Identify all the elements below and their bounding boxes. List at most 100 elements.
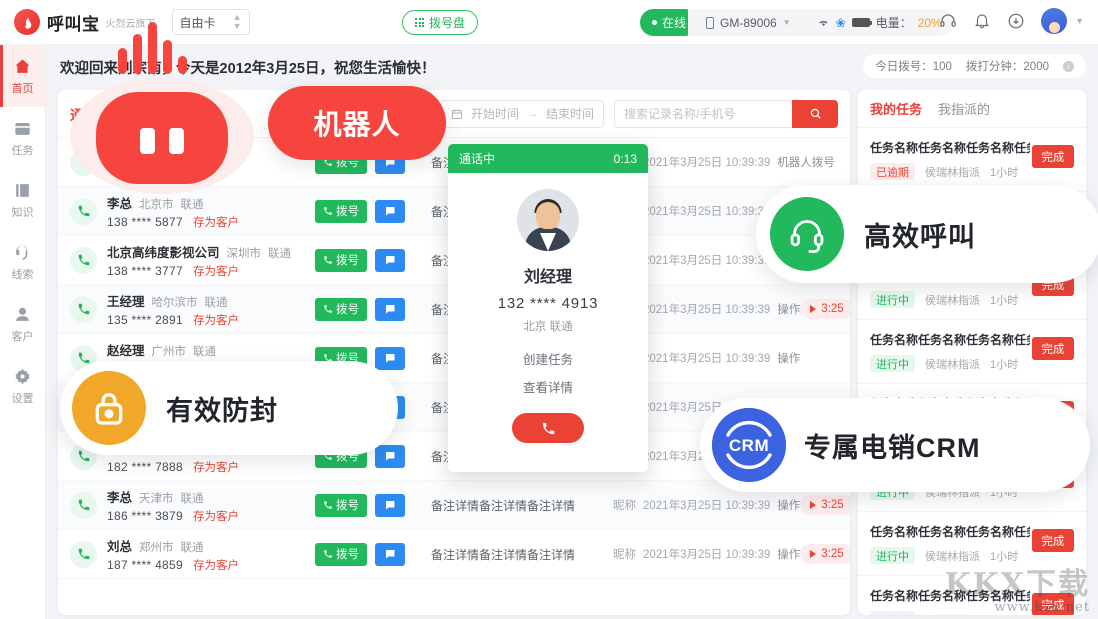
date-start: 开始时间 — [470, 107, 519, 121]
save-customer-link[interactable]: 存为客户 — [193, 312, 239, 328]
dial-button[interactable]: 拨号 — [315, 542, 367, 566]
recording-badge[interactable]: 3:25 — [800, 299, 850, 319]
sound-bars-decoration — [118, 22, 187, 74]
record-datetime: 2021年3月25日 10:39:39 — [643, 304, 771, 316]
search-button[interactable] — [792, 99, 838, 128]
contact-name: 赵经理 — [107, 343, 145, 358]
recording-badge[interactable]: 3:25 — [800, 495, 850, 515]
tab-my-tasks[interactable]: 我的任务 — [870, 99, 922, 118]
task-title: 任务名称任务名称任务名称任务名称 — [870, 589, 1030, 603]
record-operation[interactable]: 操作 — [777, 350, 800, 366]
phone-icon — [324, 305, 332, 313]
view-detail-link[interactable]: 查看详情 — [448, 377, 648, 396]
call-records-tabs: 通话记录 — [70, 104, 124, 124]
play-icon — [810, 550, 817, 558]
dialpad-button[interactable]: 拨号盘 — [402, 10, 479, 35]
download-icon[interactable] — [1007, 12, 1025, 30]
date-range-picker[interactable]: 开始时间 → 结束时间 — [440, 99, 604, 128]
dial-button[interactable]: 拨号 — [315, 199, 367, 223]
phone-device-icon — [706, 16, 715, 29]
sidebar-item-knowledge[interactable]: 知识 — [0, 169, 45, 231]
table-row[interactable]: 刘总 郑州市 联通 187 **** 4859 存为客户 拨号 备注详情备注详情… — [58, 530, 850, 579]
record-operation[interactable]: 机器人拨号 — [777, 154, 835, 170]
sidebar-item-settings[interactable]: 设置 — [0, 355, 45, 417]
app-window: 呼叫宝 火烈云旗下 自由卡 ▲ ▼ 拨号盘 在线 GM-89006 ▼ ❀ 电量… — [0, 0, 1098, 619]
tasks-tabs: 我的任务 我指派的 — [858, 90, 1086, 128]
message-button[interactable] — [375, 248, 405, 272]
contact-city: 郑州市 — [139, 541, 174, 554]
record-operation[interactable]: 操作 — [777, 497, 800, 513]
contact-city: 哈尔滨市 — [151, 296, 198, 309]
updown-arrows-icon: ▲ ▼ — [232, 12, 242, 31]
active-call-popup: 通话中 0:13 刘经理 132 **** 4913 北京 联通 创建任务 查看… — [448, 144, 648, 472]
contact-cell: 北京高纬度影视公司 深圳市 联通 138 **** 3777 存为客户 — [107, 242, 315, 279]
task-title: 任务名称任务名称任务名称任务名称 — [870, 525, 1030, 539]
save-customer-link[interactable]: 存为客户 — [193, 214, 239, 230]
dial-button[interactable]: 拨号 — [315, 297, 367, 321]
sidebar-item-leads[interactable]: 线索 — [0, 231, 45, 293]
save-customer-link[interactable]: 存为客户 — [193, 508, 239, 524]
welcome-bar: 欢迎回来刘宗南，今天是2012年3月25日，祝您生活愉快！ 今日拨号：100 拨… — [46, 45, 1098, 89]
message-button[interactable] — [375, 346, 405, 370]
info-icon[interactable]: i — [1063, 60, 1074, 72]
play-icon — [810, 501, 817, 509]
complete-task-button[interactable]: 完成 — [1032, 145, 1074, 168]
status-badge: 进行中 — [870, 291, 915, 308]
stat-minutes: 拨打分钟：2000 — [965, 61, 1049, 73]
avatar[interactable] — [1041, 8, 1068, 34]
create-task-link[interactable]: 创建任务 — [448, 349, 648, 368]
promo-label: 高效呼叫 — [864, 221, 976, 252]
message-button[interactable] — [375, 199, 405, 223]
message-icon — [386, 501, 395, 510]
complete-task-button[interactable]: 完成 — [1032, 337, 1074, 360]
message-button[interactable] — [375, 493, 405, 517]
sidebar-item-label: 知识 — [11, 206, 34, 219]
bluetooth-icon: ❀ — [835, 15, 846, 30]
sidebar-item-tasks[interactable]: 任务 — [0, 107, 45, 169]
task-assignee: 侯瑞林指派 — [925, 166, 980, 179]
contact-cell: 李总 天津市 联通 186 **** 3879 存为客户 — [107, 487, 315, 524]
save-customer-link[interactable]: 存为客户 — [193, 263, 239, 279]
complete-task-button[interactable]: 完成 — [1032, 529, 1074, 552]
chevron-down-icon[interactable]: ▼ — [1075, 16, 1084, 26]
complete-task-button[interactable]: 完成 — [1032, 593, 1074, 615]
list-item[interactable]: 任务名称任务名称任务名称任务名称 进行中 侯瑞林指派 1小时 完成 — [858, 512, 1086, 576]
message-button[interactable] — [375, 444, 405, 468]
contact-carrier: 联通 — [180, 541, 204, 554]
hangup-button[interactable] — [512, 413, 584, 443]
save-customer-link[interactable]: 存为客户 — [193, 459, 239, 475]
contact-name: 北京高纬度影视公司 — [107, 245, 220, 260]
contact-carrier: 联通 — [204, 296, 228, 309]
record-operation[interactable]: 操作 — [777, 301, 800, 317]
status-group: 在线 GM-89006 ▼ ❀ 电量： 20% — [640, 9, 954, 36]
recording-badge[interactable]: 3:25 — [800, 544, 850, 564]
caller-name: 刘经理 — [523, 269, 572, 286]
list-item[interactable]: 任务名称任务名称任务名称任务名称 进行中 侯瑞林指派 1小时 完成 — [858, 320, 1086, 384]
search-group — [614, 99, 838, 128]
contact-city: 广州市 — [151, 345, 187, 358]
message-button[interactable] — [375, 542, 405, 566]
device-strip[interactable]: GM-89006 ▼ ❀ 电量： 20% — [688, 9, 954, 36]
list-item[interactable]: 任务名称任务名称任务名称任务名称 已逾期 侯瑞林指派 1小时 完成 — [858, 128, 1086, 192]
record-operation[interactable]: 操作 — [777, 546, 800, 562]
bell-icon[interactable] — [973, 12, 991, 30]
record-datetime: 2021年3月25日 10:39:39 — [643, 353, 771, 365]
sidebar-item-customers[interactable]: 客户 — [0, 293, 45, 355]
search-input[interactable] — [614, 99, 792, 128]
contact-name: 王经理 — [107, 294, 145, 309]
tab-assigned-tasks[interactable]: 我指派的 — [938, 99, 990, 118]
save-customer-link[interactable]: 客户 — [188, 165, 211, 181]
list-item[interactable]: 任务名称任务名称任务名称任务名称 已完成 侯瑞林指派 1小时 完成 — [858, 576, 1086, 615]
phone-hangup-icon — [542, 422, 554, 434]
wifi-icon — [819, 20, 828, 27]
message-icon — [386, 354, 395, 363]
welcome-message: 欢迎回来刘宗南，今天是2012年3月25日，祝您生活愉快！ — [60, 60, 436, 77]
save-customer-link[interactable]: 存为客户 — [193, 557, 239, 573]
message-button[interactable] — [375, 297, 405, 321]
sidebar-item-home[interactable]: 首页 — [0, 45, 45, 107]
status-badge: 进行中 — [870, 355, 915, 372]
headset-icon[interactable] — [939, 12, 957, 30]
tab-call-records[interactable]: 通话记录 — [70, 104, 124, 124]
dial-button[interactable]: 拨号 — [315, 493, 367, 517]
dial-button[interactable]: 拨号 — [315, 248, 367, 272]
